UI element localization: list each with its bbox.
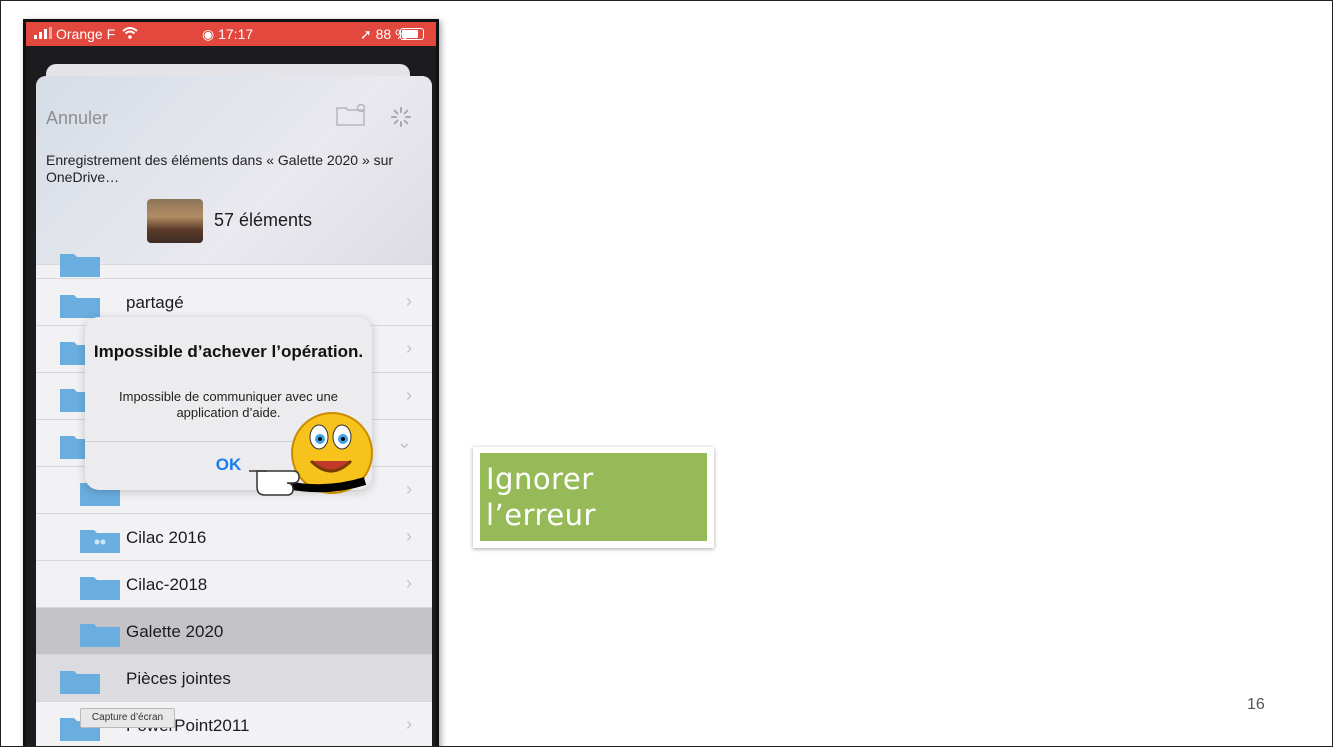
page-number: 16 — [1247, 696, 1265, 713]
list-item[interactable]: Pièces jointes — [36, 654, 432, 702]
list-item[interactable]: Cilac 2016 › — [36, 513, 432, 561]
chevron-right-icon: › — [406, 291, 412, 311]
list-item-selected[interactable]: Galette 2020 — [36, 607, 432, 655]
chevron-right-icon: › — [406, 479, 412, 499]
chevron-right-icon: › — [406, 573, 412, 593]
callout-fill: Ignorer l’erreur — [480, 453, 707, 541]
location-arrow-icon: ➚ — [360, 26, 372, 42]
signal-icon — [34, 26, 52, 42]
carrier-label: Orange F — [56, 26, 116, 42]
item-count: 57 éléments — [214, 210, 313, 230]
chevron-right-icon: › — [406, 526, 412, 546]
time-value: 17:17 — [218, 26, 254, 42]
new-folder-icon[interactable] — [336, 103, 366, 126]
chevron-right-icon: › — [406, 714, 412, 734]
status-bar: Orange F ◉ 17:17 ➚ 88 % — [26, 22, 436, 46]
cancel-button[interactable]: Annuler — [46, 108, 108, 129]
alarm-clock-icon: ◉ — [202, 26, 215, 42]
folder-name: Cilac 2016 — [126, 528, 207, 547]
list-item-partial — [36, 254, 432, 279]
folder-name: Cilac-2018 — [126, 575, 208, 594]
saving-message: Enregistrement des éléments dans « Galet… — [46, 152, 394, 185]
folder-icon — [80, 577, 120, 600]
photo-thumbnail — [147, 199, 203, 243]
folder-icon — [60, 295, 100, 318]
screenshot-tooltip: Capture d’écran — [80, 708, 175, 728]
alert-title: Impossible d’achever l’opération. — [93, 342, 364, 361]
wifi-icon — [122, 26, 138, 42]
folder-icon — [60, 254, 100, 277]
pointing-smiley — [249, 412, 373, 496]
list-item[interactable]: Cilac-2018 › — [36, 560, 432, 608]
time-label: ◉ 17:17 — [202, 26, 253, 43]
folder-name: Galette 2020 — [126, 622, 224, 641]
folder-icon — [60, 671, 100, 694]
folder-icon — [80, 624, 120, 647]
callout-box: Ignorer l’erreur — [473, 447, 714, 548]
chevron-right-icon: › — [406, 385, 412, 405]
slide: Orange F ◉ 17:17 ➚ 88 % Annuler Enregist… — [0, 0, 1333, 747]
callout-text: Ignorer l’erreur — [486, 462, 596, 532]
battery-icon — [400, 28, 424, 40]
sheet-header: Annuler Enregistrement des éléments dans… — [36, 76, 432, 264]
chevron-right-icon: › — [406, 338, 412, 358]
chevron-down-icon: ⌄ — [396, 432, 412, 452]
folder-name: partagé — [126, 293, 184, 312]
folder-name: Pièces jointes — [126, 669, 231, 688]
spinner-icon — [390, 106, 412, 128]
shared-folder-icon — [80, 530, 120, 553]
